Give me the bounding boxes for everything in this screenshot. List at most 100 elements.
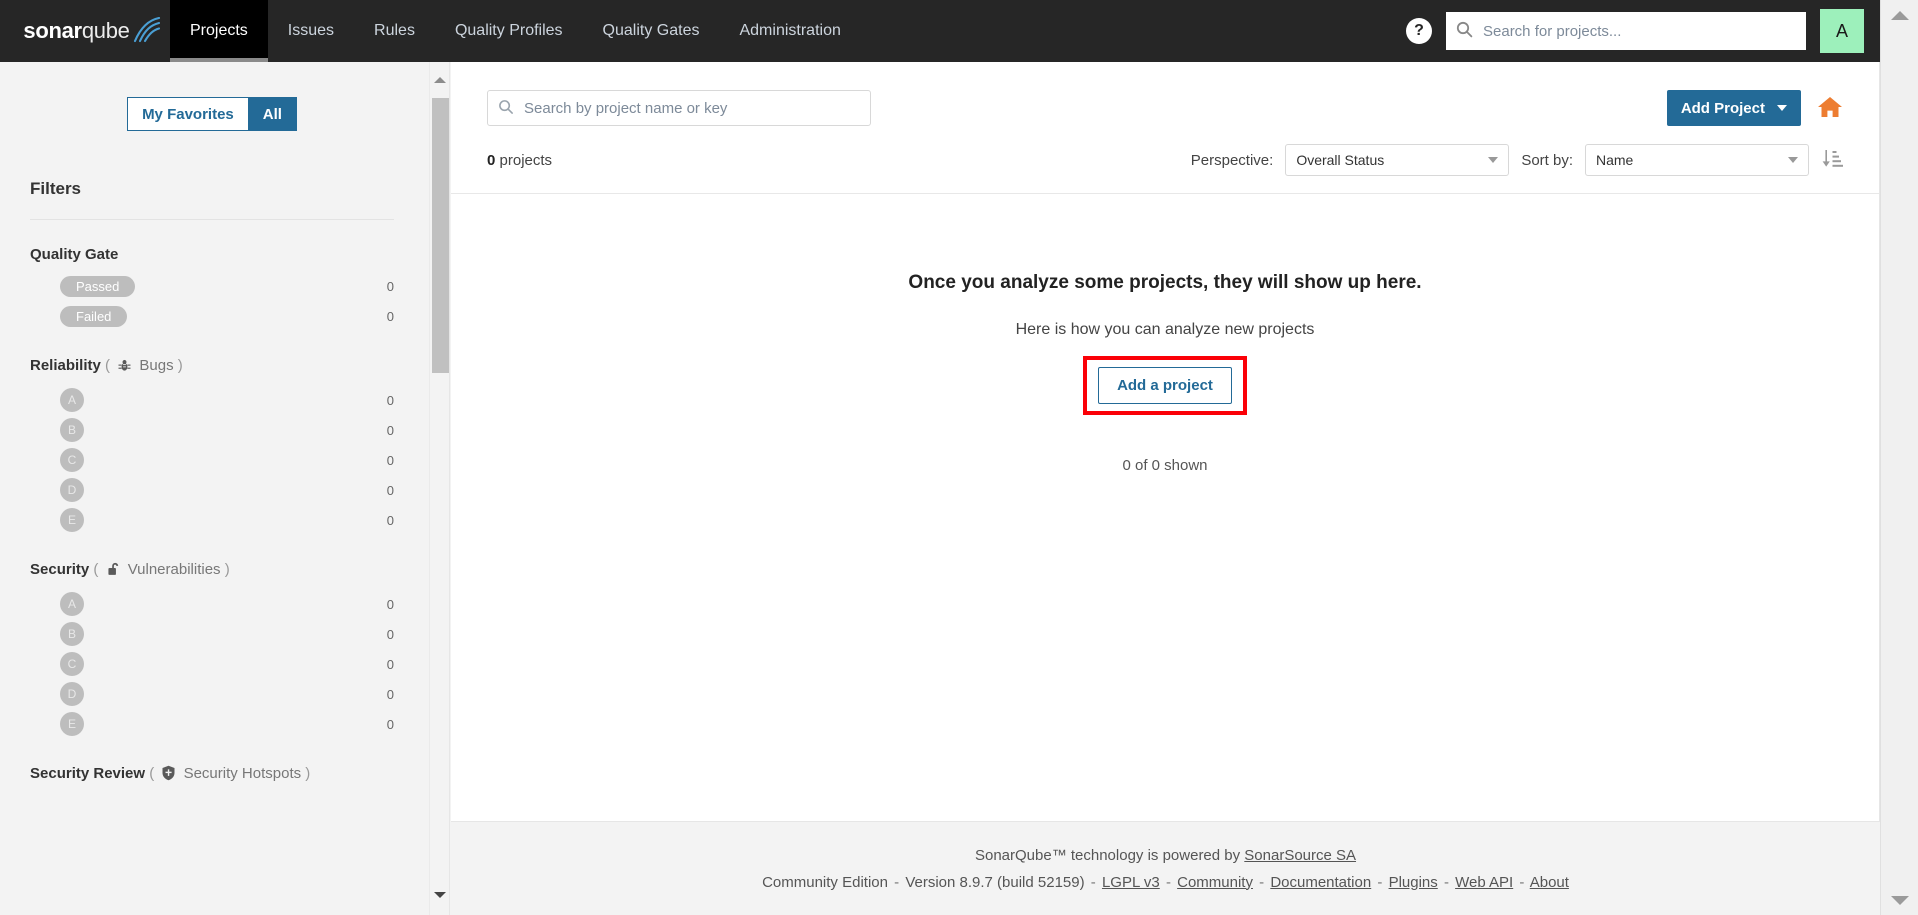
facet-count-reliability-e: 0	[386, 512, 394, 528]
rating-badge-b: B	[60, 622, 84, 646]
nav-item-rules-label: Rules	[374, 22, 415, 39]
empty-state-subtitle: Here is how you can analyze new projects	[1015, 321, 1315, 338]
navbar-right-group: ? A	[1406, 9, 1880, 53]
projects-panel: Add Project 0 projects Perspecti	[451, 62, 1880, 821]
projects-toolbar-controls: 0 projects Perspective: Overall Status S…	[451, 126, 1879, 176]
global-search-input[interactable]	[1481, 21, 1796, 41]
logo-bold: sonar	[23, 18, 82, 43]
scroll-up-arrow-icon[interactable]	[430, 70, 449, 90]
filters-divider	[30, 219, 394, 220]
facet-row-security-c[interactable]: C 0	[30, 649, 394, 679]
global-search-box[interactable]	[1446, 12, 1806, 50]
help-icon[interactable]: ?	[1406, 18, 1432, 44]
top-navbar: sonarqube Projects Issues Rules Quality …	[0, 0, 1880, 62]
facet-security-name: Security	[30, 561, 90, 578]
paren-close-security: )	[224, 561, 230, 578]
sidebar-scrollbar[interactable]	[429, 62, 449, 915]
sort-ascending-icon[interactable]	[1821, 148, 1843, 173]
footer-separator: -	[1165, 873, 1171, 891]
rating-badge-e: E	[60, 712, 84, 736]
sidebar-scrollbar-thumb[interactable]	[432, 98, 449, 373]
status-badge-passed: Passed	[60, 275, 136, 297]
sonarqube-logo[interactable]: sonarqube	[0, 0, 170, 62]
filters-sidebar: My Favorites All Filters Quality Gate Pa…	[0, 62, 450, 915]
facet-row-reliability-a[interactable]: A 0	[30, 385, 394, 415]
perspective-label: Perspective:	[1190, 151, 1274, 169]
rating-badge-a: A	[60, 592, 84, 616]
facet-row-reliability-d[interactable]: D 0	[30, 475, 394, 505]
footer-link-about[interactable]: About	[1530, 874, 1569, 891]
perspective-select[interactable]: Overall Status	[1285, 144, 1510, 176]
facet-quality-gate-rows: Passed 0 Failed 0	[30, 271, 394, 331]
filters-heading: Filters	[30, 179, 82, 198]
nav-item-rules[interactable]: Rules	[354, 0, 435, 62]
paren-open: (	[105, 357, 111, 374]
footer-separator: -	[1377, 873, 1383, 891]
add-project-button[interactable]: Add Project	[1666, 90, 1801, 126]
sort-by-select[interactable]: Name	[1585, 144, 1809, 176]
facet-row-security-a[interactable]: A 0	[30, 589, 394, 619]
window-scroll-down-arrow-icon[interactable]	[1881, 885, 1918, 915]
facet-row-security-e[interactable]: E 0	[30, 709, 394, 739]
footer-powered-by-text: SonarQube™ technology is powered by	[974, 846, 1245, 864]
facet-count-security-c: 0	[386, 656, 394, 672]
scroll-down-arrow-icon[interactable]	[430, 885, 449, 905]
facet-count-reliability-a: 0	[386, 392, 394, 408]
facet-row-security-d[interactable]: D 0	[30, 679, 394, 709]
toggle-my-favorites-label: My Favorites	[142, 105, 234, 123]
user-avatar[interactable]: A	[1820, 9, 1864, 53]
status-badge-failed: Failed	[60, 305, 128, 327]
chevron-down-icon	[1788, 157, 1798, 163]
facet-row-failed[interactable]: Failed 0	[30, 301, 394, 331]
home-icon[interactable]	[1817, 95, 1843, 122]
nav-item-quality-profiles[interactable]: Quality Profiles	[435, 0, 583, 62]
add-a-project-button[interactable]: Add a project	[1098, 367, 1232, 404]
rating-badge-c: C	[60, 448, 84, 472]
footer-link-documentation[interactable]: Documentation	[1270, 874, 1371, 891]
facet-count-reliability-d: 0	[386, 482, 394, 498]
facet-reliability: Reliability (Bugs) A 0 B 0 C 0 D 0 E 0	[30, 357, 394, 535]
footer-line-version: Community Edition - Version 8.9.7 (build…	[762, 874, 1569, 891]
nav-item-administration[interactable]: Administration	[719, 0, 860, 62]
logo-light: qube	[81, 18, 130, 43]
footer-link-sonarsource[interactable]: SonarSource SA	[1244, 847, 1356, 864]
facet-quality-gate-title: Quality Gate	[30, 246, 394, 263]
empty-state-title: Once you analyze some projects, they wil…	[908, 272, 1422, 293]
rating-badge-d: D	[60, 682, 84, 706]
chevron-down-icon	[1488, 157, 1499, 163]
window-scroll-up-arrow-icon[interactable]	[1881, 0, 1918, 30]
empty-state: Once you analyze some projects, they wil…	[451, 194, 1879, 474]
facet-security-title: Security ( Vulnerabilities )	[30, 561, 394, 581]
footer-link-community[interactable]: Community	[1177, 874, 1253, 891]
nav-item-projects[interactable]: Projects	[170, 0, 268, 62]
search-icon	[1456, 21, 1473, 41]
facet-row-passed[interactable]: Passed 0	[30, 271, 394, 301]
window-scrollbar[interactable]	[1880, 0, 1918, 915]
facet-quality-gate: Quality Gate Passed 0 Failed 0	[30, 246, 394, 331]
facet-security-review-metric: Security Hotspots	[183, 765, 302, 782]
facet-security-rows: A 0 B 0 C 0 D 0 E 0	[30, 589, 394, 739]
footer-separator: -	[1519, 873, 1525, 891]
facet-row-reliability-e[interactable]: E 0	[30, 505, 394, 535]
toggle-my-favorites[interactable]: My Favorites	[127, 97, 248, 131]
facet-row-reliability-b[interactable]: B 0	[30, 415, 394, 445]
toggle-all[interactable]: All	[247, 97, 297, 131]
nav-item-issues[interactable]: Issues	[268, 0, 354, 62]
avatar-initial: A	[1835, 20, 1848, 41]
favorites-toggle-wrap: My Favorites All	[30, 97, 394, 131]
footer-link-lgpl[interactable]: LGPL v3	[1102, 874, 1160, 891]
facet-row-security-b[interactable]: B 0	[30, 619, 394, 649]
project-search-box[interactable]	[487, 90, 871, 126]
toolbar-controls-right: Perspective: Overall Status Sort by: Nam…	[1191, 144, 1843, 176]
footer-edition: Community Edition	[762, 873, 888, 891]
rating-badge-d: D	[60, 478, 84, 502]
project-search-input[interactable]	[522, 98, 860, 118]
nav-item-quality-gates[interactable]: Quality Gates	[583, 0, 720, 62]
logo-text: sonarqube	[23, 18, 129, 44]
facet-row-reliability-c[interactable]: C 0	[30, 445, 394, 475]
footer-link-plugins[interactable]: Plugins	[1389, 874, 1438, 891]
footer-link-web-api[interactable]: Web API	[1455, 874, 1513, 891]
paren-open-review: (	[149, 765, 155, 782]
facet-count-reliability-b: 0	[386, 422, 394, 438]
nav-item-quality-profiles-label: Quality Profiles	[454, 22, 563, 39]
